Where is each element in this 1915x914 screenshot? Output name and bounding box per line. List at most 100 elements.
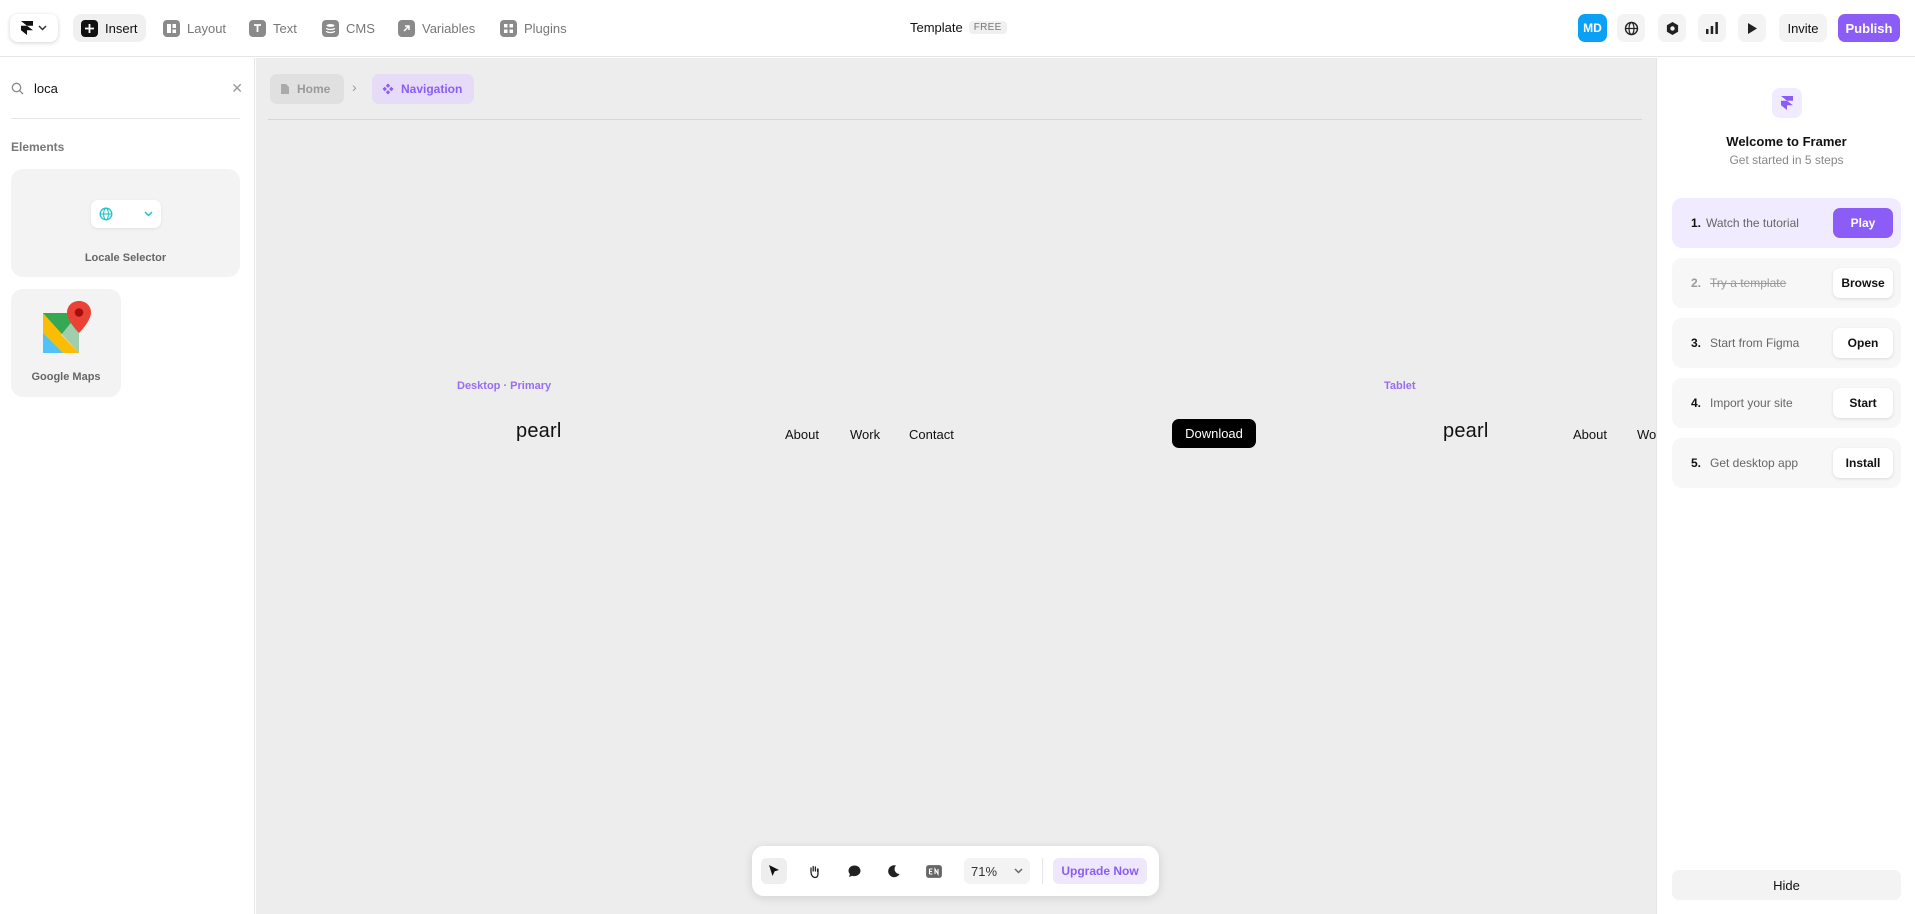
framer-logo-icon [1772,88,1802,118]
invite-button[interactable]: Invite [1779,14,1827,42]
globe-icon [1624,21,1638,35]
cursor-icon [769,865,779,876]
chevron-down-icon [38,25,47,31]
nav-link-work[interactable]: Work [850,427,880,442]
database-icon [322,19,339,37]
breadcrumb-home[interactable]: Home [270,74,344,104]
chevron-right-icon: › [352,79,357,95]
dark-mode-button[interactable] [881,858,907,884]
close-icon[interactable]: ✕ [231,80,243,97]
project-title[interactable]: Template FREE [910,20,1007,35]
globe-button[interactable] [1617,14,1645,42]
step-try-template: 2. Try a template Browse [1672,258,1901,308]
tool-cms[interactable]: CMS [314,14,383,42]
language-icon [926,864,942,878]
publish-button[interactable]: Publish [1838,14,1900,42]
tablet-nav-link-about[interactable]: About [1573,427,1607,442]
analytics-button[interactable] [1698,14,1726,42]
tool-variables[interactable]: Variables [390,14,483,42]
tool-layout[interactable]: Layout [155,14,234,42]
moon-icon [888,865,900,878]
bar-chart-icon [1706,22,1718,34]
breadcrumb-label: Home [297,82,331,96]
plus-icon [81,19,98,37]
step-desktop-app: 5. Get desktop app Install [1672,438,1901,488]
tablet-nav-link-work[interactable]: Wo [1637,427,1656,442]
layout-icon [163,19,180,37]
step-text: Try a template [1710,276,1787,290]
comment-icon [848,865,860,877]
plugins-icon [500,19,517,37]
breadcrumb-navigation[interactable]: Navigation [372,74,474,104]
preview-button[interactable] [1738,14,1766,42]
nav-link-about[interactable]: About [785,427,819,442]
bottom-toolbar: 71% Upgrade Now [752,846,1159,896]
page-icon [281,84,289,94]
select-tool-button[interactable] [761,858,787,884]
search-icon [11,82,24,94]
tool-insert[interactable]: Insert [73,14,146,42]
chevron-down-icon [144,211,153,217]
project-name: Template [910,20,963,35]
search-bar: ✕ [11,79,243,97]
framer-menu-button[interactable] [10,14,58,42]
element-card-google-maps[interactable]: Google Maps [11,289,121,397]
nav-link-contact[interactable]: Contact [909,427,954,442]
component-icon [382,83,394,95]
upgrade-button[interactable]: Upgrade Now [1053,858,1147,884]
google-maps-icon [43,301,91,353]
open-button[interactable]: Open [1833,328,1893,358]
step-number: 1. [1691,216,1702,230]
insert-panel: ✕ Elements Locale Selector Google Maps [0,58,255,914]
element-label: Locale Selector [84,252,167,264]
play-button[interactable]: Play [1833,208,1893,238]
hand-tool-button[interactable] [801,858,827,884]
tool-label: CMS [346,20,375,36]
frame-label-tablet[interactable]: Tablet [1384,380,1416,392]
start-button[interactable]: Start [1833,388,1893,418]
step-text: Get desktop app [1710,456,1799,470]
tool-label: Layout [187,20,227,36]
tool-text[interactable]: Text [241,14,305,42]
divider [1042,858,1043,884]
framer-logo-icon [21,21,33,35]
site-logo[interactable]: pearl [516,420,561,443]
divider [268,119,1642,120]
step-text: Start from Figma [1710,336,1800,350]
step-watch-tutorial: 1. Watch the tutorial Play [1672,198,1901,248]
step-text: Watch the tutorial [1706,216,1799,230]
locale-button[interactable] [921,858,947,884]
welcome-panel: Welcome to Framer Get started in 5 steps… [1656,58,1915,914]
chevron-down-icon [1014,868,1023,874]
avatar[interactable]: MD [1578,14,1607,42]
zoom-select[interactable]: 71% [964,858,1030,884]
step-number: 3. [1691,336,1702,350]
locale-selector-preview [91,200,161,228]
hide-button[interactable]: Hide [1672,870,1901,900]
frame-label-desktop[interactable]: Desktop · Primary [457,380,551,392]
play-icon [1748,22,1757,34]
comment-tool-button[interactable] [841,858,867,884]
tool-plugins[interactable]: Plugins [492,14,575,42]
element-card-locale-selector[interactable]: Locale Selector [11,169,240,277]
settings-icon [1666,21,1678,35]
download-button[interactable]: Download [1172,419,1256,448]
breadcrumb-label: Navigation [401,82,463,96]
tool-label: Insert [105,20,138,36]
step-number: 4. [1691,396,1702,410]
hand-icon [809,865,819,878]
tool-label: Text [273,20,297,36]
top-toolbar: Insert Layout Text CMS Variables Plugins… [0,0,1915,57]
install-button[interactable]: Install [1833,448,1893,478]
arrow-up-right-icon [398,19,415,37]
step-number: 5. [1691,456,1702,470]
canvas[interactable]: Home › Navigation Desktop · Primary Tabl… [256,58,1656,914]
browse-button[interactable]: Browse [1833,268,1893,298]
step-import-site: 4. Import your site Start [1672,378,1901,428]
search-input[interactable] [34,80,214,96]
text-icon [249,19,266,37]
settings-button[interactable] [1658,14,1686,42]
plan-badge: FREE [968,21,1007,34]
section-title: Elements [11,140,65,154]
tablet-site-logo[interactable]: pearl [1443,420,1488,443]
